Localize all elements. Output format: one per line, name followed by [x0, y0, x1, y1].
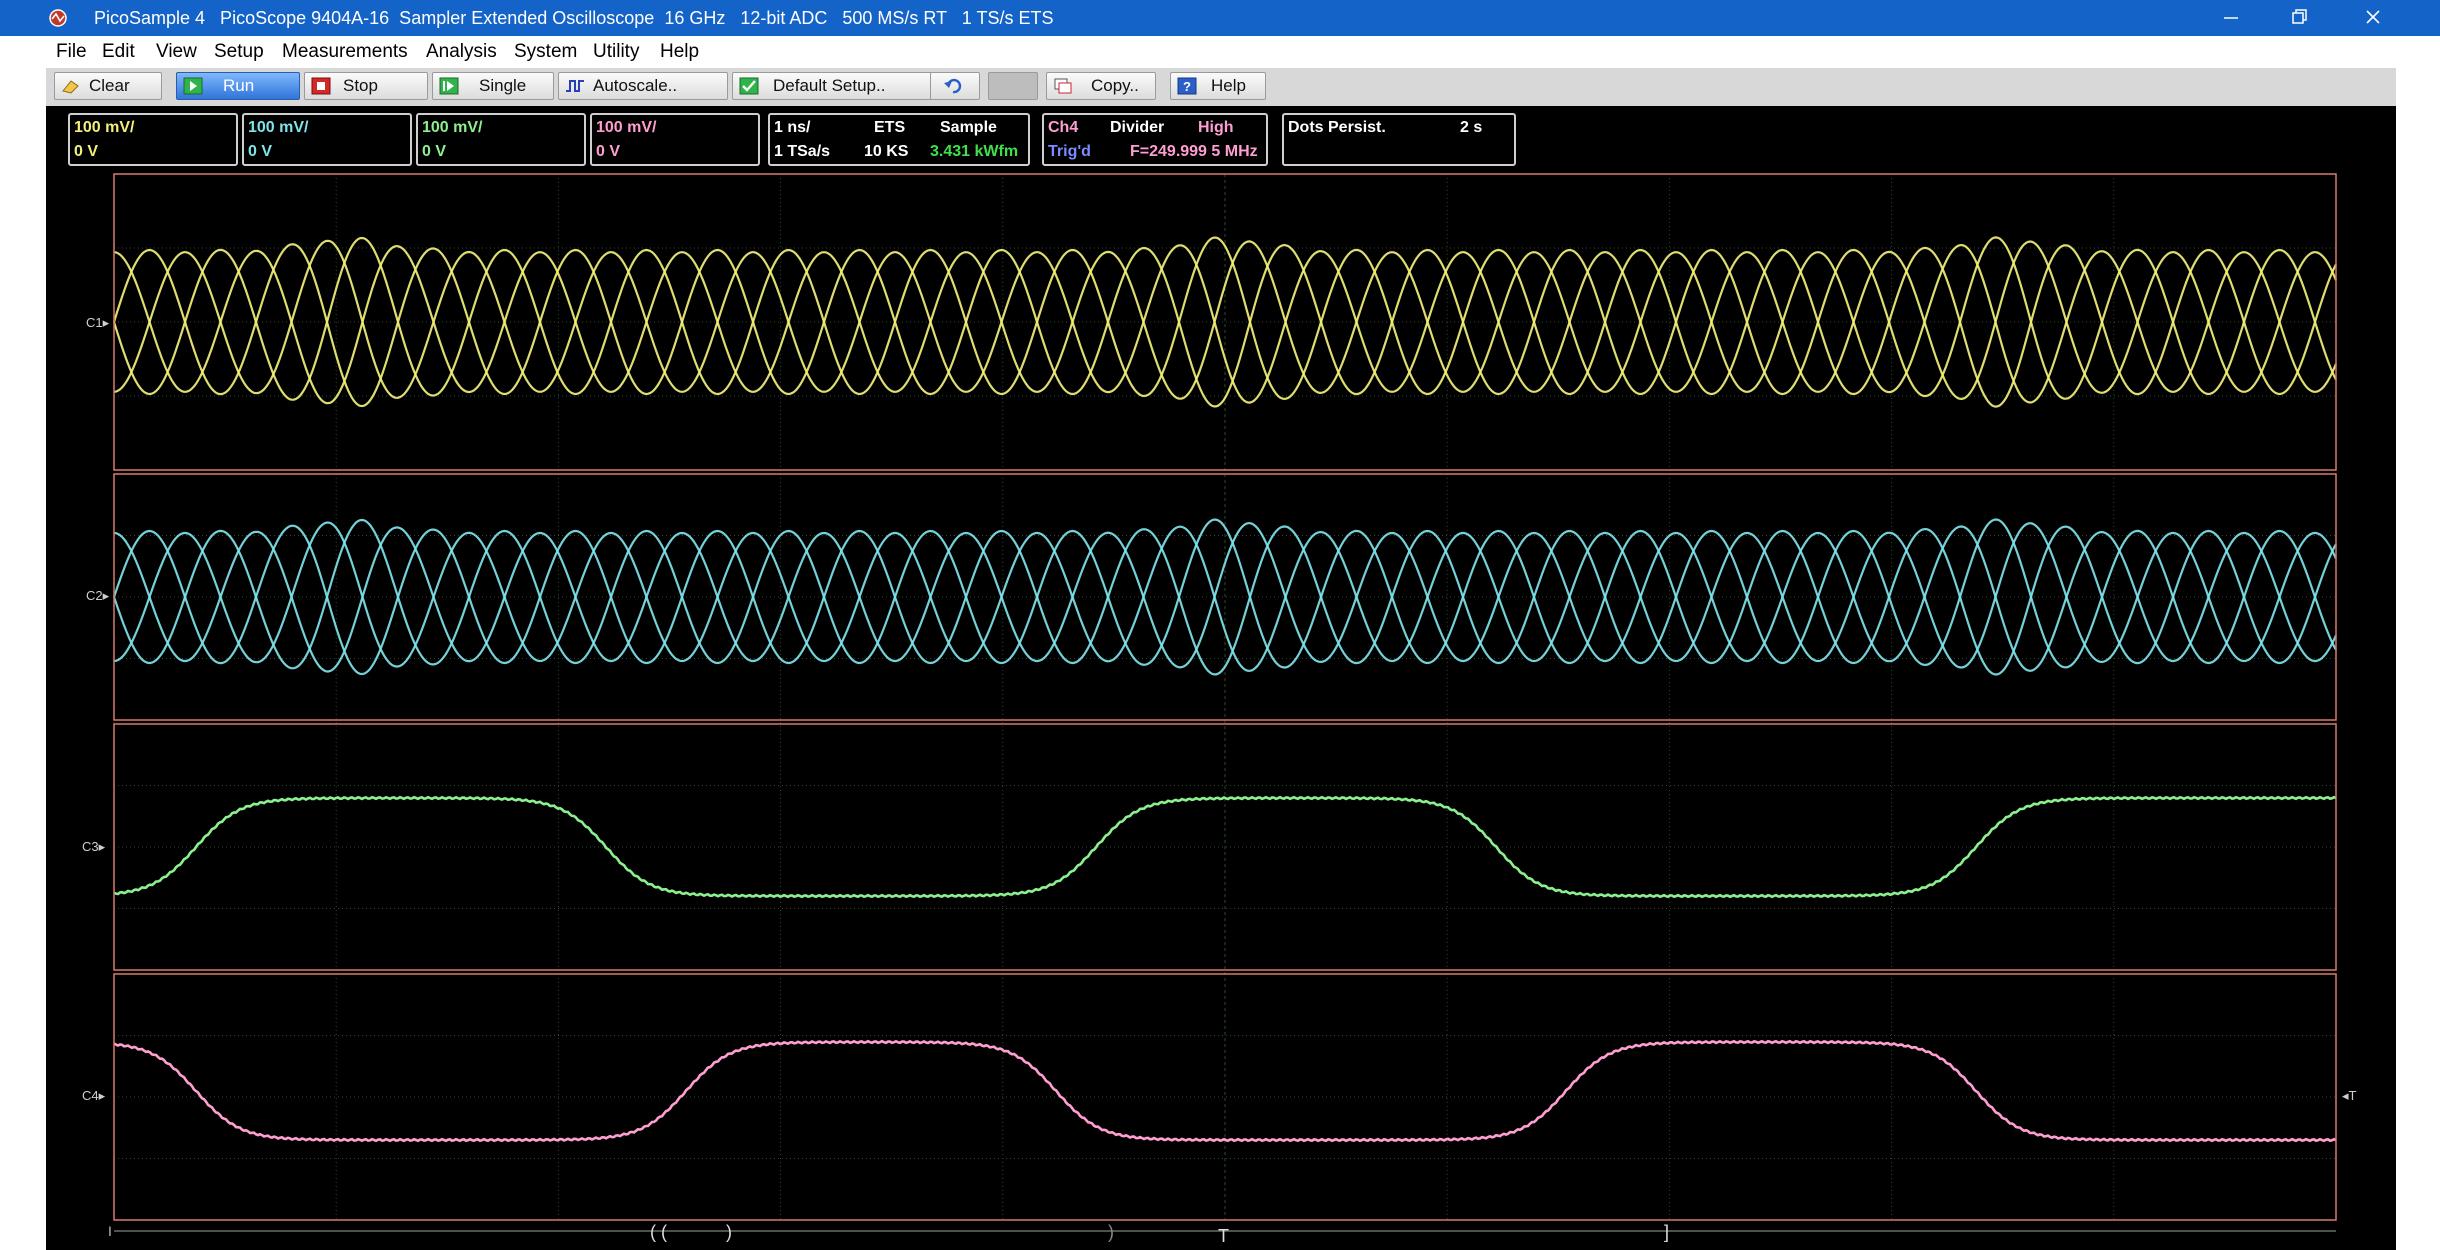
channel-3-marker[interactable]: C3▸: [82, 839, 106, 854]
undo-icon: [944, 78, 962, 94]
restore-icon: [2292, 9, 2307, 24]
blank-toolbar-button[interactable]: [988, 72, 1038, 100]
autoscale-icon: [566, 80, 584, 92]
waveform-plot: C1▸ C2▸ C3▸ C4▸ ◂T I ( ( ) ) T ]: [82, 173, 2357, 1246]
menu-edit[interactable]: Edit: [102, 36, 135, 68]
menu-system[interactable]: System: [514, 36, 577, 68]
channel-1-marker[interactable]: C1▸: [86, 315, 110, 330]
clear-button[interactable]: Clear: [54, 72, 162, 100]
single-step-icon: [439, 77, 459, 95]
scope-display: 100 mV/ 0 V 100 mV/ 0 V 100 mV/ 0 V 100 …: [46, 106, 2396, 1250]
window-title: PicoSample 4 PicoScope 9404A-16 Sampler …: [94, 8, 1054, 28]
channel-4-marker[interactable]: C4▸: [82, 1088, 106, 1103]
menu-measurements[interactable]: Measurements: [282, 36, 408, 68]
close-icon: [2366, 10, 2380, 24]
menu-utility[interactable]: Utility: [593, 36, 639, 68]
picosample-app-icon[interactable]: [48, 8, 68, 28]
zoom-close-marker-2[interactable]: ): [1108, 1222, 1114, 1242]
trigger-level-marker[interactable]: ◂T: [2342, 1088, 2357, 1103]
timebase-markers: I ( ( ) ) T ]: [108, 1222, 2336, 1246]
menu-help[interactable]: Help: [660, 36, 699, 68]
eraser-icon: [62, 80, 79, 94]
copy-button[interactable]: Copy..: [1046, 72, 1156, 100]
stop-button[interactable]: Stop: [304, 72, 428, 100]
stop-icon: [311, 77, 331, 95]
channel-labels: C1▸ C2▸ C3▸ C4▸ ◂T: [82, 315, 2357, 1103]
run-button[interactable]: Run: [176, 72, 300, 100]
trigger-position-marker[interactable]: T: [1218, 1226, 1229, 1246]
single-button[interactable]: Single: [432, 72, 554, 100]
close-button[interactable]: [2338, 0, 2408, 36]
svg-text:?: ?: [1183, 79, 1191, 94]
help-icon: ?: [1177, 77, 1197, 95]
title-bar: PicoSample 4 PicoScope 9404A-16 Sampler …: [0, 0, 2440, 36]
minimize-button[interactable]: [2196, 0, 2266, 36]
restore-button[interactable]: [2264, 0, 2334, 36]
minimize-icon: [2224, 17, 2238, 19]
autoscale-button[interactable]: Autoscale..: [558, 72, 728, 100]
zoom-open-marker[interactable]: ( (: [650, 1222, 667, 1242]
menu-bar: File Edit View Setup Measurements Analys…: [46, 36, 2396, 68]
toolbar: Clear Run Stop Single Autoscale.. Defaul…: [46, 68, 2396, 106]
marker-right-bracket[interactable]: ]: [1664, 1222, 1669, 1242]
zoom-close-marker[interactable]: ): [726, 1222, 732, 1242]
channel-2-marker[interactable]: C2▸: [86, 588, 110, 603]
menu-view[interactable]: View: [156, 36, 197, 68]
time-left-marker[interactable]: I: [108, 1223, 112, 1239]
default-setup-button[interactable]: Default Setup..: [732, 72, 948, 100]
copy-icon: [1054, 78, 1072, 94]
play-icon: [183, 77, 203, 95]
app-window: PicoSample 4 PicoScope 9404A-16 Sampler …: [0, 0, 2440, 1250]
graticule: [113, 174, 2337, 1220]
menu-analysis[interactable]: Analysis: [426, 36, 497, 68]
undo-button[interactable]: [930, 72, 980, 100]
menu-file[interactable]: File: [56, 36, 87, 68]
checkmark-icon: [739, 77, 759, 95]
help-button[interactable]: ? Help: [1170, 72, 1266, 100]
menu-setup[interactable]: Setup: [214, 36, 264, 68]
